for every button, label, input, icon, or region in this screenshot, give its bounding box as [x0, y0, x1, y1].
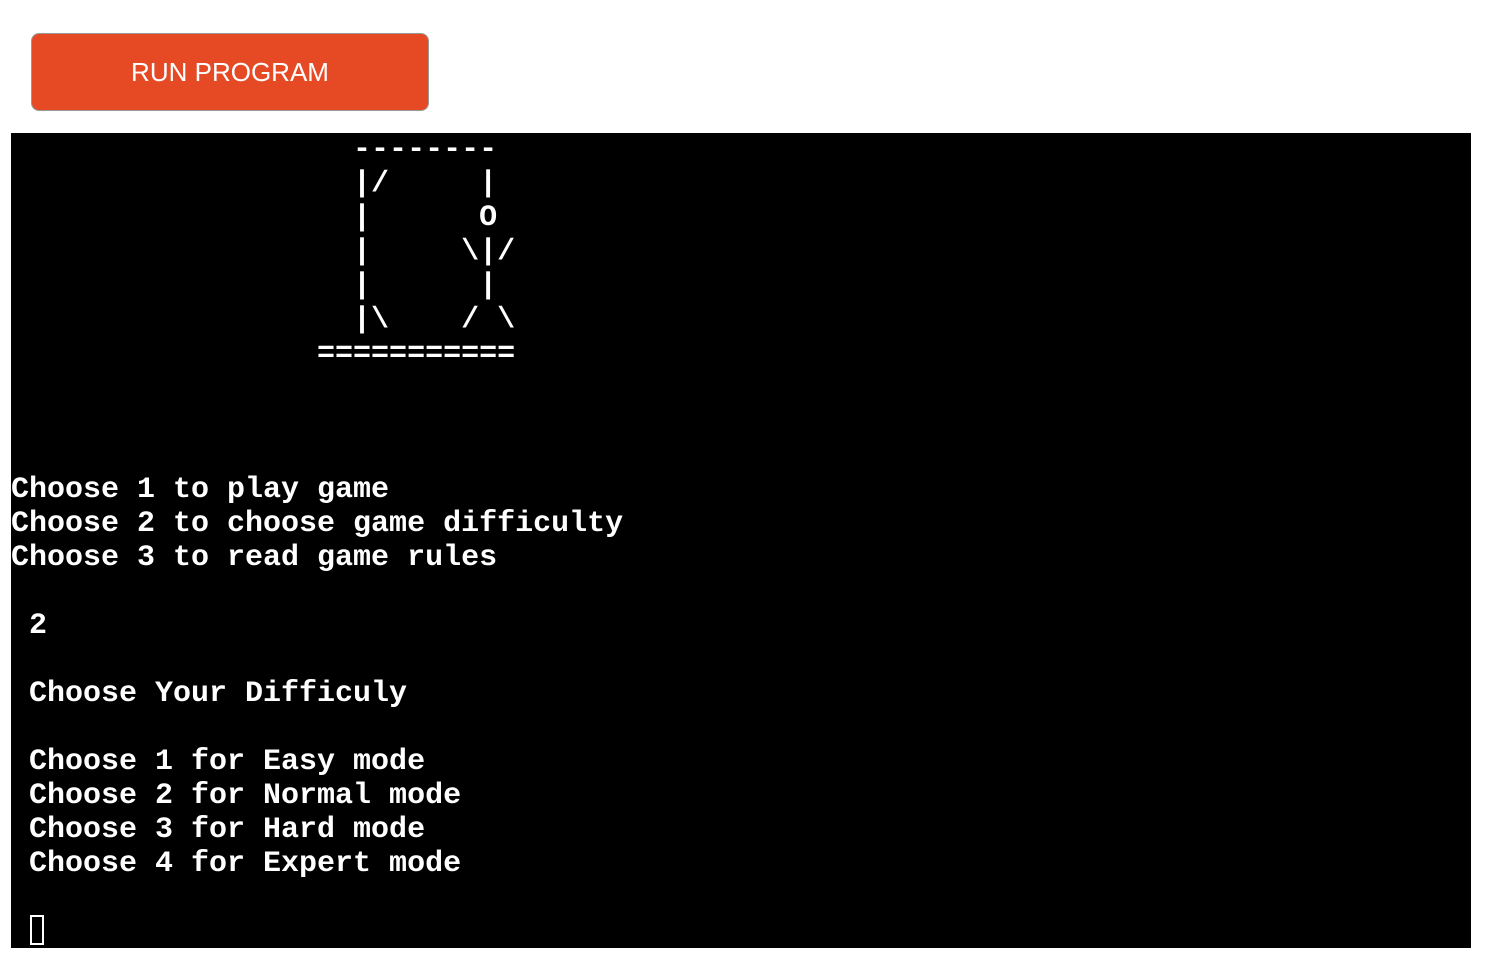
gallows-line: =========== — [11, 337, 516, 371]
difficulty-option-easy: Choose 1 for Easy mode — [11, 745, 426, 779]
difficulty-option-expert: Choose 4 for Expert mode — [11, 847, 462, 881]
terminal-cursor[interactable] — [30, 915, 44, 945]
menu-line-rules: Choose 3 to read game rules — [11, 541, 498, 575]
gallows-line: |/ | — [11, 167, 498, 201]
gallows-line: | O — [11, 201, 498, 235]
run-program-button[interactable]: RUN PROGRAM — [31, 33, 429, 111]
menu-output: Choose 1 to play game Choose 2 to choose … — [11, 473, 623, 881]
hangman-ascii-art: -------- |/ | | O | \|/ | | |\ / \ =====… — [11, 133, 515, 371]
gallows-line: | \|/ — [11, 235, 516, 269]
terminal-output[interactable]: -------- |/ | | O | \|/ | | |\ / \ =====… — [11, 133, 1471, 948]
gallows-line: |\ / \ — [11, 303, 516, 337]
menu-line-difficulty: Choose 2 to choose game difficulty — [11, 507, 624, 541]
gallows-line: | | — [11, 269, 498, 303]
difficulty-option-hard: Choose 3 for Hard mode — [11, 813, 426, 847]
difficulty-option-normal: Choose 2 for Normal mode — [11, 779, 462, 813]
gallows-line: -------- — [11, 133, 498, 167]
menu-line-play: Choose 1 to play game — [11, 473, 390, 507]
difficulty-heading: Choose Your Difficuly — [11, 677, 408, 711]
user-input-echo: 2 — [11, 609, 48, 643]
